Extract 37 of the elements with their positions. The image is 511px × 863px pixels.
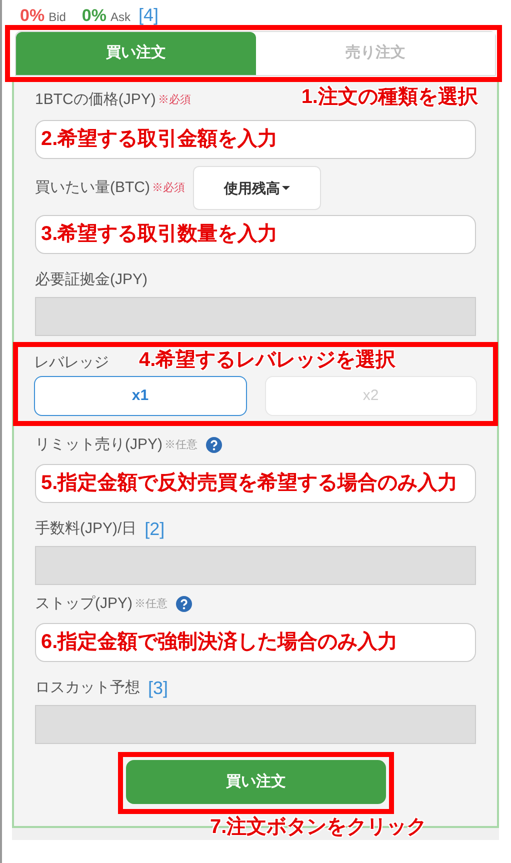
input-field[interactable]	[35, 623, 476, 662]
annotation-text: 1.注文の種類を選択	[301, 87, 478, 107]
annotation-text: 3.希望する取引数量を入力	[41, 224, 278, 244]
caret-icon	[282, 186, 290, 190]
leverage-option[interactable]: x1	[34, 376, 246, 416]
field-label: 手数料(JPY)/日	[35, 518, 137, 539]
annotation-text: 6.指定金額で強制決済した場合のみ入力	[41, 632, 398, 652]
balance-dropdown[interactable]: 使用残高	[193, 166, 321, 210]
field-label: 1BTCの価格(JPY)	[35, 90, 156, 110]
ask-label: Ask	[110, 9, 131, 26]
input-field[interactable]	[35, 215, 476, 254]
required-note: ※必須	[158, 92, 191, 108]
buy-order-button[interactable]: 買い注文	[126, 760, 386, 804]
field-label: ロスカット予想	[35, 678, 140, 698]
bid-percentage: 0%	[20, 5, 45, 27]
annotation-text: 5.指定金額で反対売買を希望する場合のみ入力	[41, 473, 458, 493]
footnote-link[interactable]: [4]	[138, 2, 159, 29]
annotation-text: 2.希望する取引金額を入力	[41, 129, 278, 149]
annotation-text: 7.注文ボタンをクリック	[210, 817, 427, 837]
order-type-tab[interactable]: 買い注文	[16, 32, 256, 75]
bid-label: Bid	[48, 9, 66, 26]
field-label: 買いたい量(BTC)	[35, 178, 150, 198]
footnote-link[interactable]: [2]	[144, 516, 165, 542]
annotation-text: 4.希望するレバレッジを選択	[139, 350, 396, 370]
help-icon[interactable]	[206, 437, 222, 453]
ask-percentage: 0%	[82, 5, 106, 27]
field-label: リミット売り(JPY)	[35, 434, 162, 455]
field-label: ストップ(JPY)	[35, 594, 132, 614]
help-icon[interactable]	[176, 596, 192, 612]
input-field[interactable]	[35, 120, 476, 159]
optional-note: ※任意	[134, 596, 168, 612]
footnote-link[interactable]: [3]	[148, 674, 168, 702]
optional-note: ※任意	[164, 438, 198, 453]
field-label: レバレッジ	[34, 352, 109, 373]
field-label: 必要証拠金(JPY)	[35, 270, 148, 290]
required-note: ※必須	[152, 180, 185, 196]
input-field[interactable]	[35, 464, 476, 503]
